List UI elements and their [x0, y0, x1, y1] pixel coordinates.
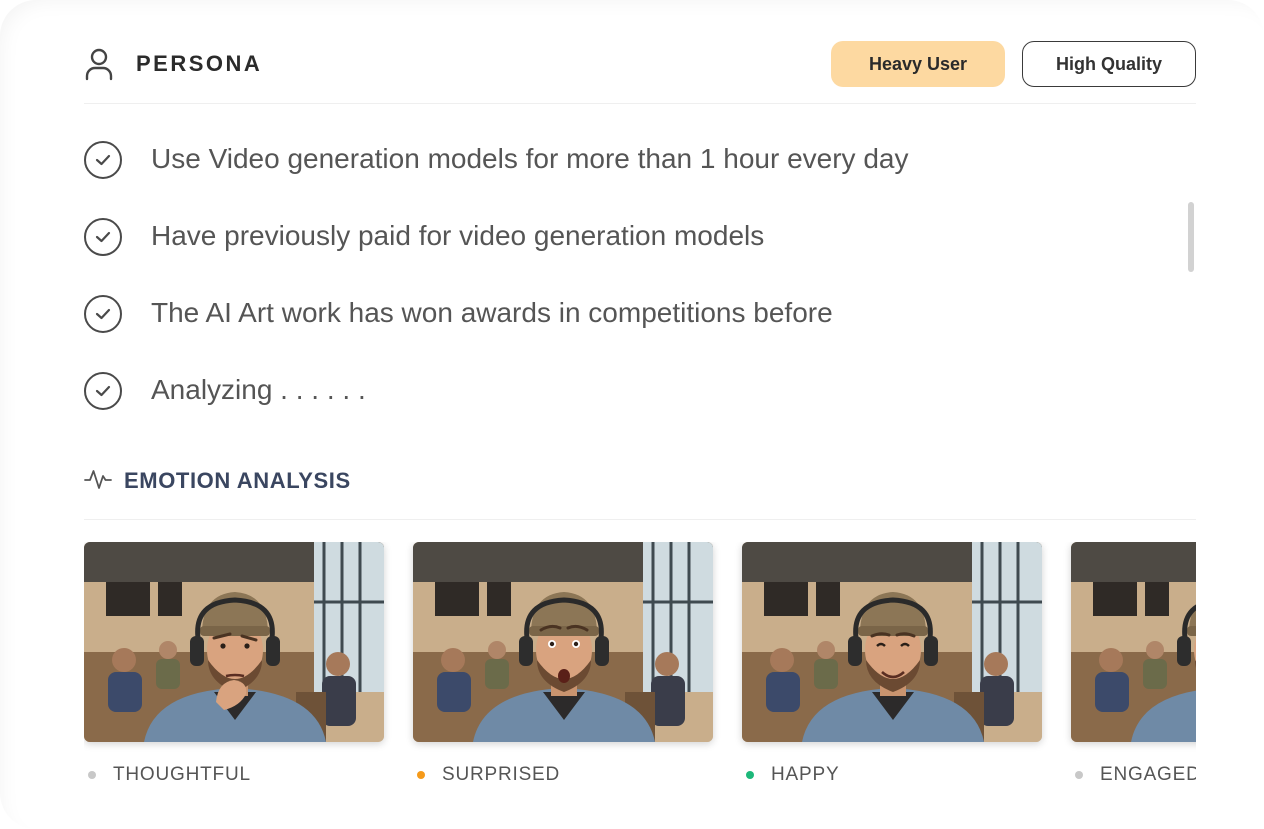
emotion-card-thoughtful[interactable]: THOUGHTFUL	[84, 542, 384, 785]
scrollbar-thumb[interactable]	[1188, 202, 1194, 272]
header-divider	[84, 103, 1196, 104]
check-circle-icon	[84, 372, 122, 410]
status-dot	[746, 771, 754, 779]
user-icon	[84, 47, 114, 81]
list-item: Analyzing . . . . . .	[84, 351, 1184, 428]
criteria-text: Have previously paid for video generatio…	[151, 219, 765, 251]
portrait-photo	[413, 542, 713, 742]
emotion-label: SURPRISED	[442, 764, 561, 785]
check-circle-icon	[84, 141, 122, 179]
emotion-label: THOUGHTFUL	[113, 764, 251, 785]
emotion-card-happy[interactable]: HAPPY	[742, 542, 1042, 785]
persona-badges: Heavy User High Quality	[831, 41, 1196, 87]
persona-card: PERSONA Heavy User High Quality Use Vide…	[0, 0, 1264, 829]
check-circle-icon	[84, 295, 122, 333]
persona-title: PERSONA	[136, 51, 263, 76]
emotion-thumbnails: THOUGHTFUL SURPRISED HAPPY ENGAGED	[84, 542, 1196, 802]
status-dot	[1075, 771, 1083, 779]
list-item: The AI Art work has won awards in compet…	[84, 274, 1184, 351]
portrait-photo	[84, 542, 384, 742]
activity-icon	[84, 466, 112, 497]
emotion-label-row: ENGAGED	[1075, 764, 1196, 786]
persona-header: PERSONA Heavy User High Quality	[84, 40, 1196, 88]
criteria-text: Use Video generation models for more tha…	[151, 142, 909, 174]
emotion-header: EMOTION ANALYSIS	[84, 464, 351, 498]
list-item: Use Video generation models for more tha…	[84, 120, 1184, 197]
emotion-label-row: HAPPY	[746, 764, 839, 786]
check-circle-icon	[84, 218, 122, 256]
emotion-label-row: SURPRISED	[417, 764, 560, 786]
emotion-card-engaged[interactable]: ENGAGED	[1071, 542, 1196, 785]
persona-criteria-list: Use Video generation models for more tha…	[84, 120, 1184, 428]
emotion-divider	[84, 519, 1196, 520]
criteria-text: The AI Art work has won awards in compet…	[151, 296, 833, 328]
emotion-label: HAPPY	[771, 764, 840, 785]
emotion-card-surprised[interactable]: SURPRISED	[413, 542, 713, 785]
portrait-photo	[1071, 542, 1196, 742]
high-quality-badge[interactable]: High Quality	[1022, 41, 1196, 87]
status-dot	[417, 771, 425, 779]
status-dot	[88, 771, 96, 779]
heavy-user-badge[interactable]: Heavy User	[831, 41, 1005, 87]
emotion-label-row: THOUGHTFUL	[88, 764, 251, 786]
list-item: Have previously paid for video generatio…	[84, 197, 1184, 274]
portrait-photo	[742, 542, 1042, 742]
emotion-label: ENGAGED	[1100, 764, 1196, 785]
criteria-text-analyzing: Analyzing . . . . . .	[151, 373, 366, 405]
emotion-title: EMOTION ANALYSIS	[124, 468, 351, 493]
